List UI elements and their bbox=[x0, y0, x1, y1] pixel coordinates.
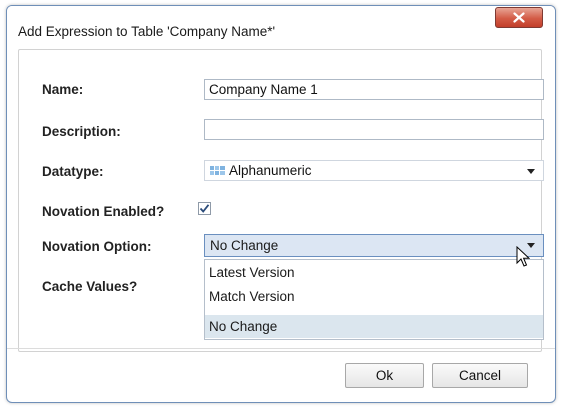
form-panel: Name: Company Name 1 Description: Dataty… bbox=[18, 49, 544, 352]
cache-values-label: Cache Values? bbox=[42, 279, 138, 294]
datatype-select[interactable]: Alphanumeric bbox=[204, 160, 544, 181]
close-x-icon bbox=[513, 12, 525, 23]
novation-option-select[interactable]: No Change bbox=[204, 234, 544, 257]
option-no-change[interactable]: No Change bbox=[205, 315, 543, 338]
novation-enabled-checkbox[interactable] bbox=[198, 202, 211, 215]
chevron-down-icon bbox=[527, 169, 535, 174]
close-button[interactable] bbox=[495, 7, 543, 28]
description-label: Description: bbox=[42, 124, 121, 139]
option-match-version[interactable]: Match Version bbox=[205, 285, 543, 308]
datatype-value: Alphanumeric bbox=[229, 163, 312, 178]
title-bar: Add Expression to Table 'Company Name*' bbox=[7, 6, 555, 50]
option-latest-version[interactable]: Latest Version bbox=[205, 261, 543, 284]
footer-divider bbox=[7, 348, 555, 349]
alphanumeric-grid-icon bbox=[210, 166, 225, 175]
cancel-button[interactable]: Cancel bbox=[432, 363, 528, 388]
novation-option-value: No Change bbox=[210, 238, 279, 253]
novation-option-dropdown: Latest Version Match Version No Change bbox=[204, 259, 544, 340]
name-field[interactable]: Company Name 1 bbox=[204, 79, 544, 100]
description-field[interactable] bbox=[204, 119, 544, 140]
mouse-pointer-icon bbox=[516, 246, 530, 267]
novation-option-label: Novation Option: bbox=[42, 239, 152, 254]
checkmark-icon bbox=[199, 204, 210, 213]
ok-button[interactable]: Ok bbox=[345, 363, 424, 388]
dialog-title: Add Expression to Table 'Company Name*' bbox=[18, 24, 276, 39]
datatype-label: Datatype: bbox=[42, 164, 104, 179]
name-label: Name: bbox=[42, 82, 84, 97]
add-expression-dialog: Add Expression to Table 'Company Name*' … bbox=[6, 5, 556, 403]
novation-enabled-label: Novation Enabled? bbox=[42, 204, 165, 219]
